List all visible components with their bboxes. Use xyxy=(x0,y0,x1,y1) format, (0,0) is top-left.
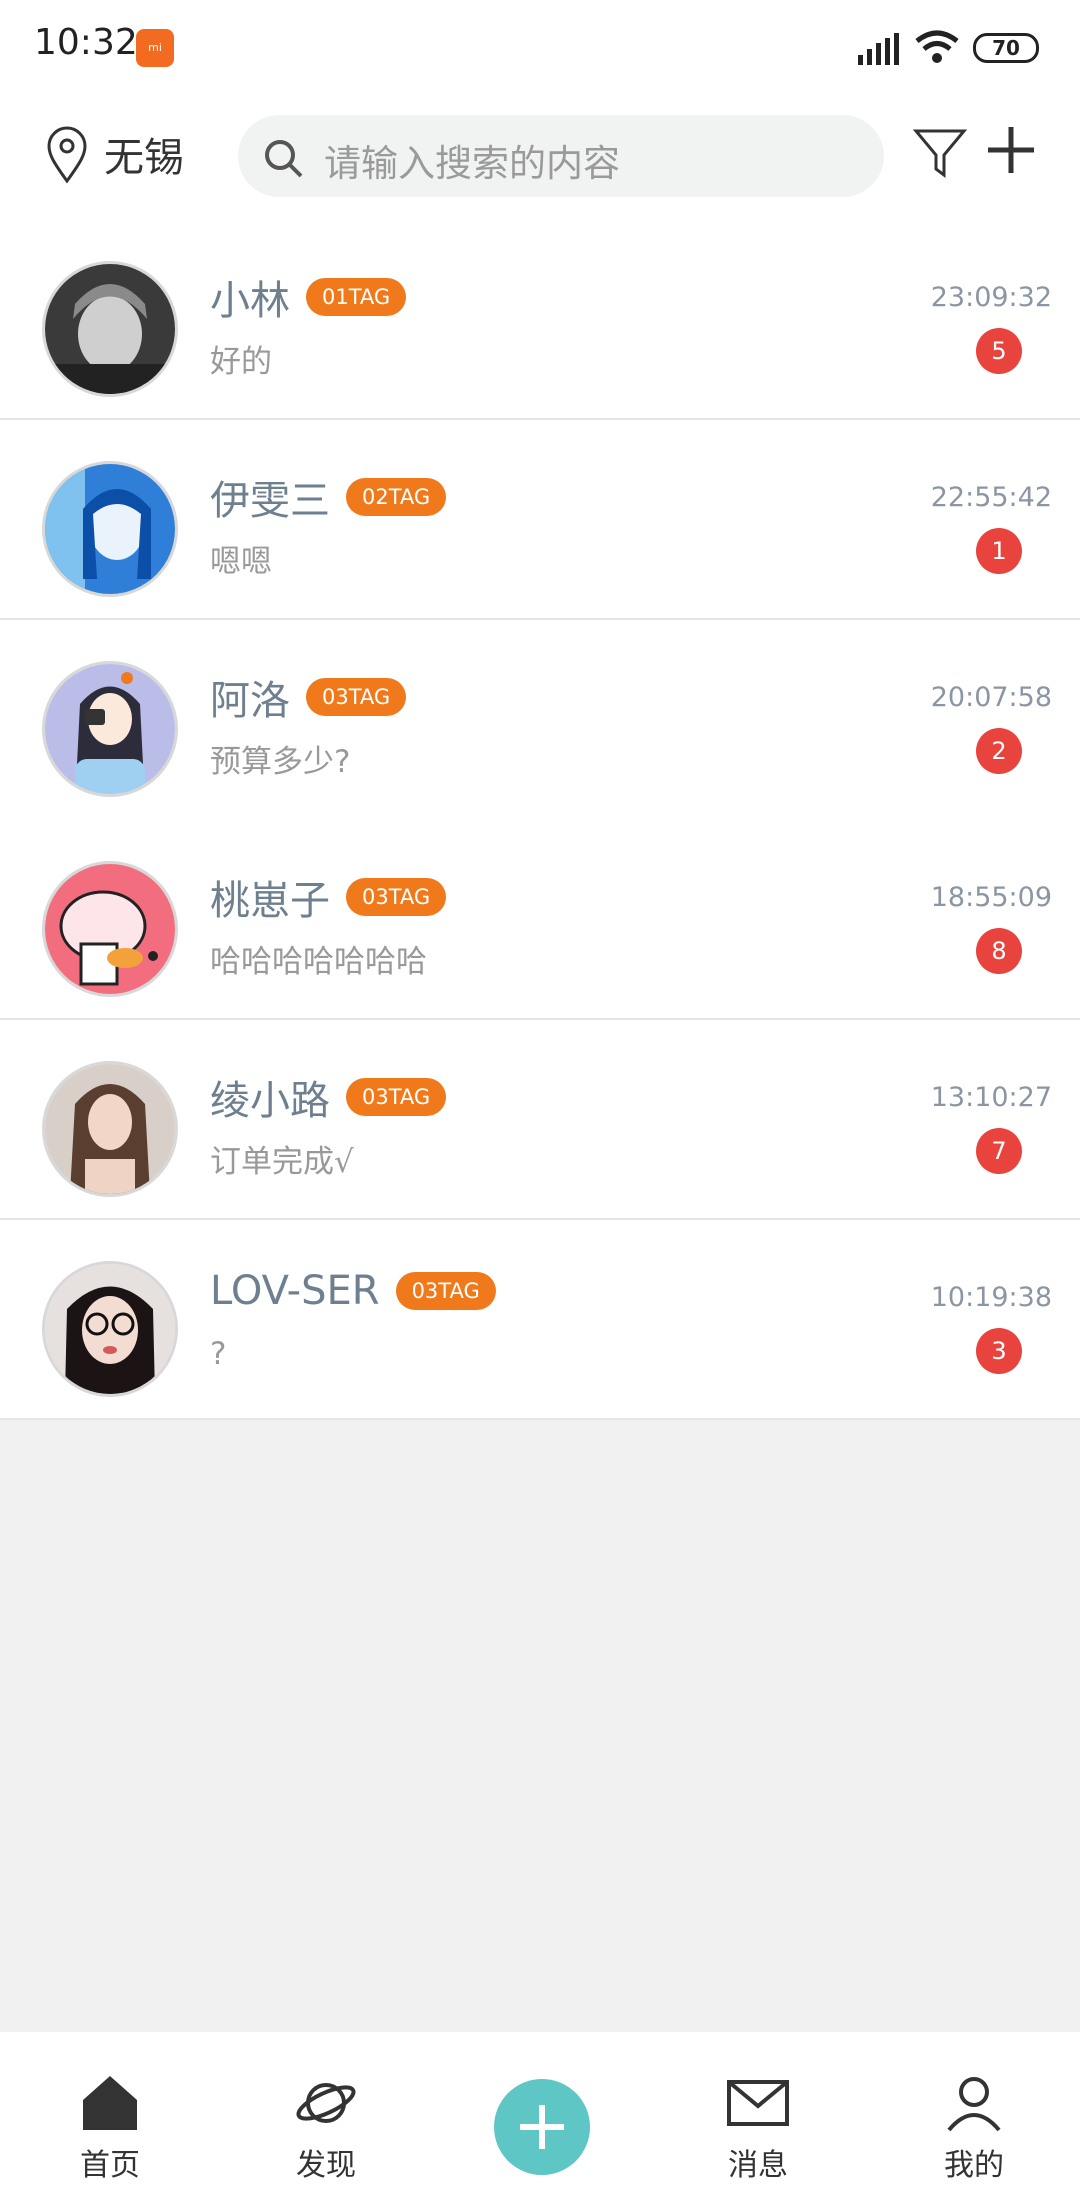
chat-item[interactable]: 阿洛 03TAG 预算多少? 20:07:58 2 xyxy=(0,620,1080,820)
nav-mine-label: 我的 xyxy=(944,2148,1004,2183)
chat-name: 桃崽子 xyxy=(210,878,330,924)
plus-icon xyxy=(520,2105,564,2149)
chat-item[interactable]: 桃崽子 03TAG 哈哈哈哈哈哈哈 18:55:09 8 xyxy=(0,820,1080,1020)
chat-item[interactable]: LOV-SER 03TAG ? 10:19:38 3 xyxy=(0,1220,1080,1420)
filter-icon[interactable] xyxy=(912,125,968,181)
nav-mine[interactable]: 我的 xyxy=(914,2072,1034,2184)
nav-discover-label: 发现 xyxy=(296,2148,356,2183)
chat-preview: 预算多少? xyxy=(210,744,351,780)
unread-count-badge: 5 xyxy=(976,328,1022,374)
avatar xyxy=(42,261,178,397)
chat-preview: 好的 xyxy=(210,344,272,380)
chat-list: 小林 01TAG 好的 23:09:32 5 伊雯三 02TAG 嗯嗯 22:5… xyxy=(0,220,1080,1420)
avatar xyxy=(42,1261,178,1397)
chat-preview: 哈哈哈哈哈哈哈 xyxy=(210,944,427,980)
planet-icon xyxy=(296,2083,356,2123)
wifi-icon xyxy=(915,30,959,63)
chat-name: 小林 xyxy=(210,278,290,324)
unread-count-badge: 3 xyxy=(976,1328,1022,1374)
nav-discover[interactable]: 发现 xyxy=(266,2072,386,2184)
chat-name: 阿洛 xyxy=(210,678,290,724)
nav-messages-label: 消息 xyxy=(728,2148,788,2183)
avatar xyxy=(42,861,178,997)
location-pin-icon[interactable] xyxy=(44,125,90,185)
chat-time: 10:19:38 xyxy=(930,1282,1052,1313)
chat-preview: 订单完成√ xyxy=(210,1144,354,1180)
chat-time: 18:55:09 xyxy=(930,882,1052,913)
chat-preview: ? xyxy=(210,1336,227,1372)
unread-count-badge: 2 xyxy=(976,728,1022,774)
chat-tag-badge: 03TAG xyxy=(395,1272,496,1310)
user-icon xyxy=(947,2077,1001,2132)
add-icon[interactable] xyxy=(986,125,1036,175)
chat-time: 20:07:58 xyxy=(930,682,1052,713)
search-placeholder: 请输入搜索的内容 xyxy=(324,142,620,185)
mail-icon xyxy=(727,2080,789,2126)
avatar xyxy=(42,461,178,597)
unread-count-badge: 8 xyxy=(976,928,1022,974)
app-notification-icon: mi xyxy=(136,29,174,67)
city-label[interactable]: 无锡 xyxy=(104,125,184,183)
header: 无锡 请输入搜索的内容 xyxy=(0,95,1080,220)
search-input[interactable]: 请输入搜索的内容 xyxy=(238,115,884,197)
bottom-nav: 首页 发现 消息 我的 xyxy=(0,2032,1080,2197)
chat-tag-badge: 03TAG xyxy=(306,678,407,716)
unread-count-badge: 7 xyxy=(976,1128,1022,1174)
create-post-button[interactable] xyxy=(494,2079,590,2175)
chat-time: 22:55:42 xyxy=(930,482,1052,513)
nav-home[interactable]: 首页 xyxy=(50,2072,170,2184)
status-time: 10:32 xyxy=(34,22,138,63)
unread-count-badge: 1 xyxy=(976,528,1022,574)
chat-item[interactable]: 小林 01TAG 好的 23:09:32 5 xyxy=(0,220,1080,420)
search-icon xyxy=(265,140,303,178)
avatar xyxy=(42,1061,178,1197)
chat-tag-badge: 02TAG xyxy=(346,478,447,516)
nav-home-label: 首页 xyxy=(80,2148,140,2183)
battery-icon: 70 xyxy=(973,33,1039,63)
chat-name: 绫小路 xyxy=(210,1078,330,1124)
chat-item[interactable]: 绫小路 03TAG 订单完成√ 13:10:27 7 xyxy=(0,1020,1080,1220)
signal-icon xyxy=(858,33,899,65)
chat-item[interactable]: 伊雯三 02TAG 嗯嗯 22:55:42 1 xyxy=(0,420,1080,620)
status-bar: 10:32 mi 70 xyxy=(0,0,1080,95)
avatar xyxy=(42,661,178,797)
nav-messages[interactable]: 消息 xyxy=(698,2072,818,2184)
chat-name: 伊雯三 xyxy=(210,478,330,524)
chat-preview: 嗯嗯 xyxy=(210,544,272,580)
chat-name: LOV-SER xyxy=(210,1268,380,1314)
chat-time: 13:10:27 xyxy=(930,1082,1052,1113)
chat-tag-badge: 03TAG xyxy=(346,1078,447,1116)
home-icon xyxy=(83,2076,137,2130)
chat-tag-badge: 01TAG xyxy=(306,278,407,316)
chat-time: 23:09:32 xyxy=(930,282,1052,313)
chat-tag-badge: 03TAG xyxy=(346,878,447,916)
